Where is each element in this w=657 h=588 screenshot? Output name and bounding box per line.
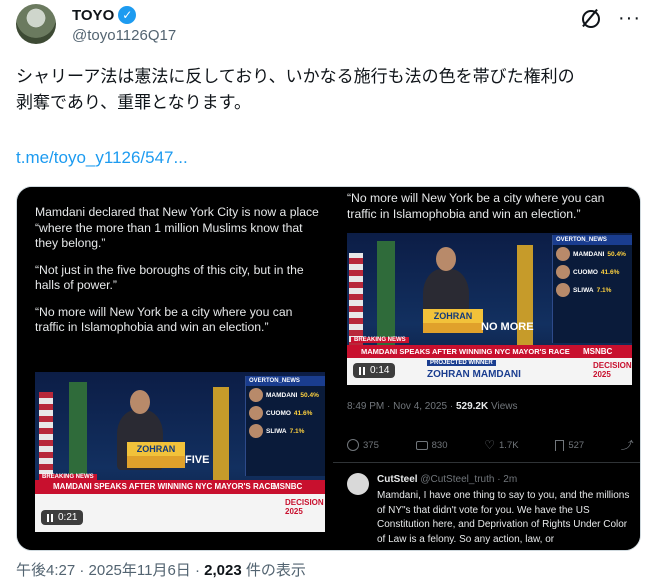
flag-yellow: [213, 387, 229, 482]
author-handle[interactable]: @toyo1126Q17: [72, 27, 176, 44]
author-name[interactable]: TOYO: [72, 7, 114, 24]
result-row: SLIWA 7.1%: [246, 422, 325, 440]
result-row: SLIWA 7.1%: [553, 281, 632, 299]
tweet-text-line1: シャリーア法は憲法に反しており、いかなる施行も法の色を帯びた権利の: [16, 67, 575, 86]
divider: [333, 462, 640, 463]
share-action: ⤴: [621, 437, 632, 453]
view-count: 2,023: [204, 562, 242, 579]
meta-time: 8:49 PM · Nov 4, 2025 ·: [347, 401, 456, 412]
pause-icon[interactable]: [359, 366, 365, 375]
podium-sign: ZOHRAN: [127, 442, 185, 456]
decision-badge: DECISION 2025: [593, 361, 632, 379]
media-right[interactable]: “No more will New York be a city where y…: [333, 187, 640, 550]
post-datetime[interactable]: 午後4:27 · 2025年11月6日 ·: [16, 562, 204, 579]
flag-left: [349, 253, 363, 348]
left-quote-text: Mamdani declared that New York City is n…: [35, 205, 325, 347]
view-count-label: 件の表示: [241, 562, 306, 579]
video-time-label: 0:14: [370, 365, 390, 376]
media-left[interactable]: Mamdani declared that New York City is n…: [17, 187, 330, 550]
tweet-text: シャリーア法は憲法に反しており、いかなる施行も法の色を帯びた権利の 剥奪であり、…: [16, 64, 641, 116]
caption-word: NO MORE: [481, 321, 534, 333]
result-row: MAMDANI 50.4%: [246, 386, 325, 404]
tweet-footer: 午後4:27 · 2025年11月6日 · 2,023 件の表示: [16, 559, 306, 580]
left-video[interactable]: ZOHRAN FIVE OVERTON_NEWS MAMDANI 50.4% CU…: [35, 372, 325, 532]
results-header: OVERTON_NEWS: [246, 376, 325, 386]
author-name-row[interactable]: TOYO ✓: [72, 6, 137, 24]
pause-icon[interactable]: [47, 513, 53, 522]
more-options-icon[interactable]: ···: [618, 8, 641, 28]
reply-icon: [347, 439, 359, 451]
caption-word: FIVE: [185, 454, 210, 466]
podium-base: [127, 456, 185, 468]
headline-text: MAMDANI SPEAKS AFTER WINNING NYC MAYOR'S…: [361, 347, 570, 356]
embedded-tweet-meta: 8:49 PM · Nov 4, 2025 · 529.2K Views: [347, 401, 517, 412]
network-logo: MSNBC: [583, 347, 613, 356]
results-panel: OVERTON_NEWS MAMDANI 50.4% CUOMO 41.6% SLI…: [245, 376, 325, 476]
meta-views-label: Views: [488, 401, 518, 412]
podium-base: [423, 323, 483, 333]
network-logo: MSNBC: [273, 482, 303, 491]
podium-sign: ZOHRAN: [423, 309, 483, 323]
embedded-tweet-actions: 375 830 ♡ 1.7K 527 ⤴: [347, 437, 632, 453]
headline-text: MAMDANI SPEAKS AFTER WINNING NYC MAYOR'S…: [53, 482, 276, 491]
projected-label: PROJECTED WINNER: [427, 360, 496, 366]
heart-icon: ♡: [484, 438, 496, 452]
flag-green: [377, 241, 395, 346]
left-paragraph-2: “Not just in the five boroughs of this c…: [35, 262, 304, 293]
verified-badge-icon: ✓: [118, 6, 137, 24]
video-time[interactable]: 0:14: [353, 363, 396, 378]
result-row: MAMDANI 50.4%: [553, 245, 632, 263]
tweet-link[interactable]: t.me/toyo_y1126/547...: [16, 148, 188, 168]
result-row: CUOMO 41.6%: [553, 263, 632, 281]
left-paragraph-1: Mamdani declared that New York City is n…: [35, 205, 319, 250]
breaking-news-tag: BREAKING NEWS: [351, 337, 409, 343]
flag-green: [69, 382, 87, 482]
results-panel: OVERTON_NEWS MAMDANI 50.4% CUOMO 41.6% SLI…: [552, 235, 632, 343]
share-icon: ⤴: [620, 440, 632, 452]
speaker-head: [436, 247, 456, 271]
bookmark-icon: [555, 439, 565, 451]
repost-action: 830: [415, 437, 447, 453]
left-paragraph-3: “No more will New York be a city where y…: [35, 304, 293, 335]
repost-icon: [415, 440, 428, 450]
speaker-head: [130, 390, 150, 414]
tweet-header: TOYO ✓ @toyo1126Q17 ···: [16, 4, 641, 48]
video-time[interactable]: 0:21: [41, 510, 84, 525]
media-grid: Mamdani declared that New York City is n…: [16, 186, 641, 551]
meta-views: 529.2K: [455, 401, 489, 412]
flag-left: [39, 392, 53, 482]
bookmark-action: 527: [555, 437, 584, 453]
breaking-news-tag: BREAKING NEWS: [39, 474, 97, 480]
right-video[interactable]: ZOHRAN NO MORE OVERTON_NEWS MAMDANI 50.4%…: [347, 233, 632, 385]
video-time-label: 0:21: [58, 512, 78, 523]
reply-avatar: [347, 473, 369, 495]
reply-header: CutSteel @CutSteel_truth · 2m: [377, 474, 517, 485]
header-actions: ···: [580, 8, 641, 28]
like-action: ♡ 1.7K: [484, 438, 519, 452]
tweet-text-line2: 剥奪であり、重罪となります。: [16, 93, 251, 112]
results-header: OVERTON_NEWS: [553, 235, 632, 245]
result-row: CUOMO 41.6%: [246, 404, 325, 422]
right-quote-text: “No more will New York be a city where y…: [347, 191, 605, 221]
reply-name: CutSteel: [377, 474, 418, 485]
grok-icon[interactable]: [580, 8, 601, 28]
avatar[interactable]: [16, 4, 56, 44]
decision-badge: DECISION 2025: [285, 498, 324, 516]
reply-action: 375: [347, 437, 379, 453]
reply-text: Mamdani, I have one thing to say to you,…: [377, 490, 630, 545]
reply-handle: @CutSteel_truth · 2m: [420, 474, 518, 485]
winner-name: ZOHRAN MAMDANI: [427, 369, 521, 380]
